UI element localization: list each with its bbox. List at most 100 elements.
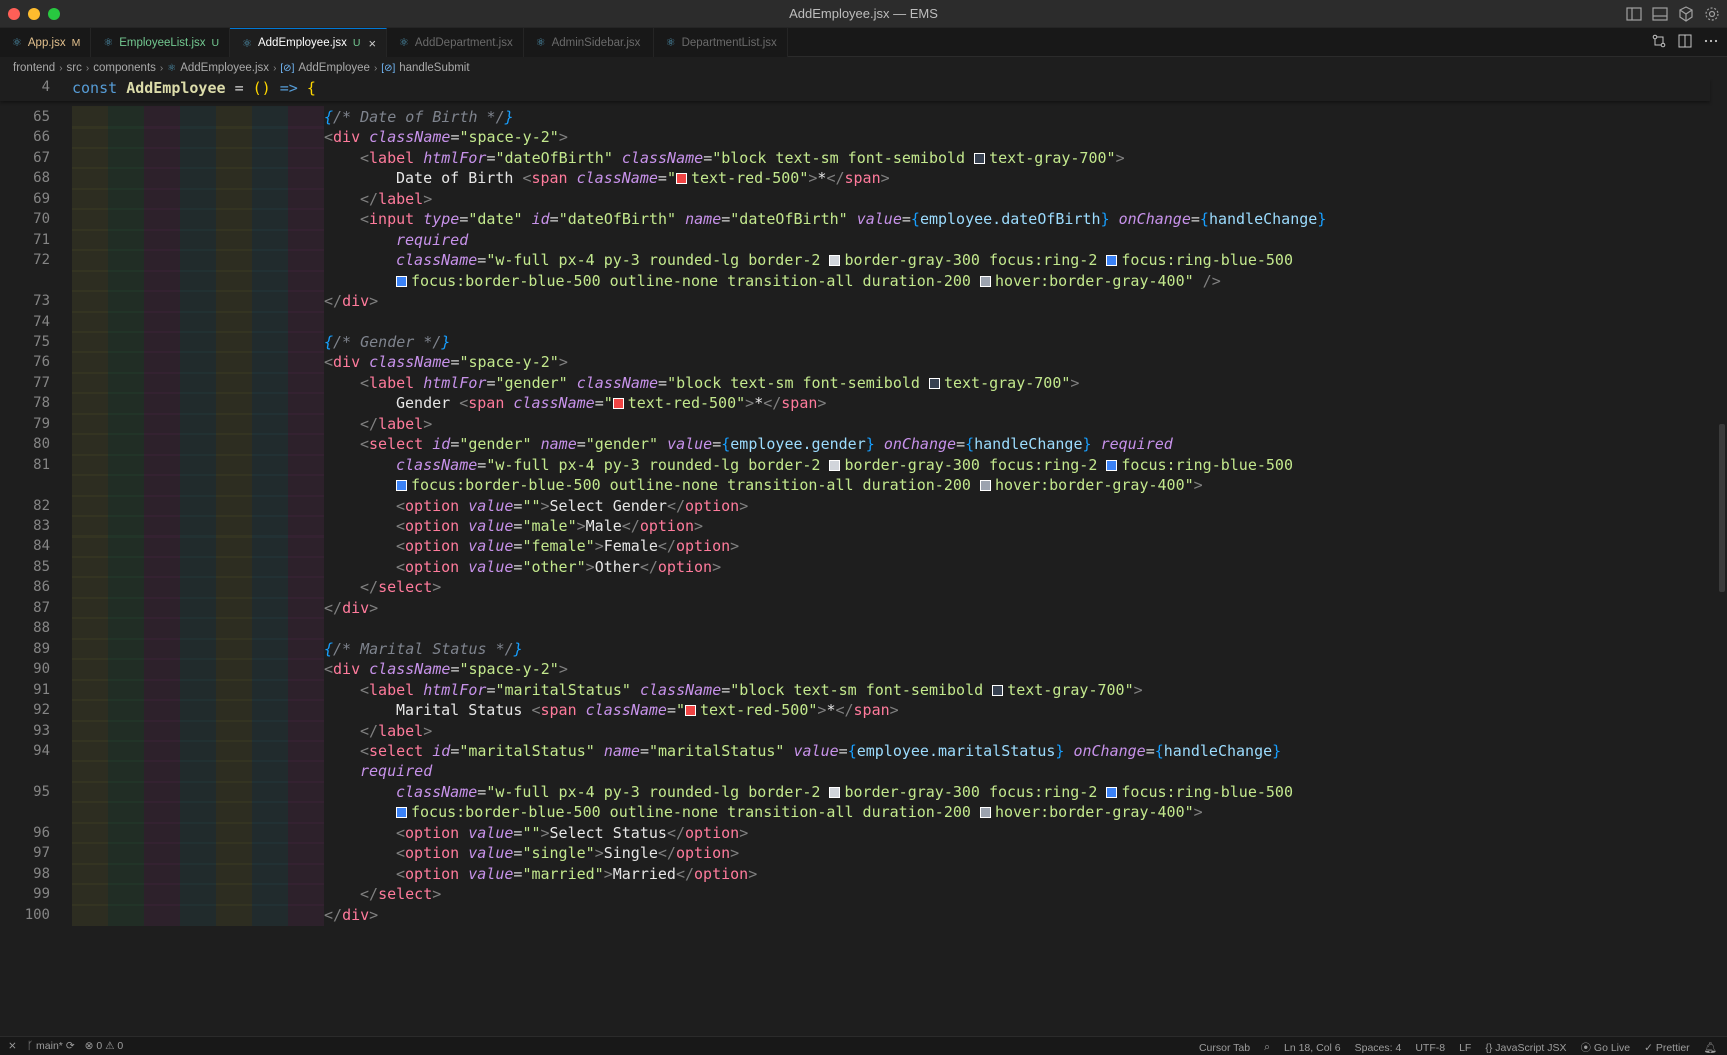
indent-guide: [216, 678, 252, 702]
tab-close-icon[interactable]: ×: [368, 36, 376, 51]
line-number: 96: [33, 824, 50, 841]
code-line[interactable]: 72 className="w-full px-4 py-3 rounded-lg…: [0, 249, 1710, 272]
tab-app-jsx[interactable]: ⚛ App.jsx M: [0, 28, 92, 57]
code-line[interactable]: 84 <option value="female">Female</option>: [0, 535, 1710, 558]
code-line[interactable]: 90 <div className="space-y-2">: [0, 658, 1710, 681]
breadcrumb-item[interactable]: ⚛ AddEmployee.jsx: [167, 62, 269, 74]
branch-indicator[interactable]: ᚴ main* ⟳: [27, 1040, 75, 1052]
indent-guide: [144, 351, 180, 374]
indent-guide: [216, 392, 252, 415]
code-line[interactable]: 69 </label>: [0, 187, 1710, 211]
encoding-setting[interactable]: UTF-8: [1415, 1042, 1445, 1054]
indentation-setting[interactable]: Spaces: 4: [1355, 1042, 1402, 1054]
breadcrumb-item[interactable]: components: [93, 62, 156, 74]
code-line[interactable]: focus:border-blue-500 outline-none trans…: [0, 801, 1710, 824]
code-line[interactable]: focus:border-blue-500 outline-none trans…: [0, 474, 1710, 497]
toggle-panel-icon[interactable]: [1651, 5, 1669, 23]
cursor-position[interactable]: Ln 18, Col 6: [1284, 1042, 1341, 1054]
code-line[interactable]: 89 {/* Marital Status */}: [0, 637, 1710, 661]
code-line[interactable]: 70 <input type="date" id="dateOfBirth" na…: [0, 208, 1710, 231]
code-line[interactable]: 76 <div className="space-y-2">: [0, 351, 1710, 374]
indent-guide: [252, 576, 288, 599]
code-line[interactable]: 82 <option value="">Select Gender</option…: [0, 494, 1710, 518]
notifications-bell-icon[interactable]: 🔔︎: [1704, 1041, 1717, 1054]
go-live-button[interactable]: ⦿ Go Live: [1580, 1040, 1630, 1055]
code-line[interactable]: 96 <option value="">Select Status</option…: [0, 821, 1710, 845]
code-line[interactable]: 100 </div>: [0, 903, 1710, 927]
breadcrumb-item[interactable]: [⊘] AddEmployee: [280, 62, 370, 74]
zoom-icon[interactable]: ⌕: [1264, 1041, 1270, 1054]
breadcrumb-item[interactable]: src: [67, 62, 82, 74]
indent-guide: [144, 290, 180, 313]
tab-addemployee-jsx[interactable]: ⚛ AddEmployee.jsx U ×: [230, 28, 388, 57]
source-control-diff-icon[interactable]: [1651, 33, 1667, 49]
indent-guide: [108, 474, 144, 497]
code-line[interactable]: 98 <option value="married">Married</optio…: [0, 862, 1710, 886]
code-line[interactable]: 79 </label>: [0, 412, 1710, 436]
code-line[interactable]: 66 <div className="space-y-2">: [0, 126, 1710, 149]
line-code: </select>: [360, 578, 442, 597]
indent-guide: [108, 330, 144, 354]
breadcrumb-item[interactable]: [⊘] handleSubmit: [381, 62, 469, 74]
code-line[interactable]: 97 <option value="single">Single</option>: [0, 842, 1710, 865]
cursor-tab-status[interactable]: Cursor Tab: [1199, 1042, 1250, 1054]
code-line[interactable]: 71 required: [0, 228, 1710, 252]
indent-guide: [144, 903, 180, 927]
code-line[interactable]: 78 Gender <span className=" text-red-500">…: [0, 392, 1710, 415]
code-line[interactable]: 94 <select id="maritalStatus" name="marit…: [0, 739, 1710, 763]
tab-adminsidebar-jsx[interactable]: ⚛ AdminSidebar.jsx: [523, 28, 654, 57]
eol-setting[interactable]: LF: [1459, 1042, 1471, 1054]
code-line[interactable]: 81 className="w-full px-4 py-3 rounded-lg…: [0, 453, 1710, 477]
code-line[interactable]: 91 <label htmlFor="maritalStatus" classNa…: [0, 678, 1710, 702]
code-line[interactable]: 92 Marital Status <span className=" text-r…: [0, 699, 1710, 722]
line-number: 100: [24, 906, 50, 923]
tab-departmentlist-jsx[interactable]: ⚛ DepartmentList.jsx: [653, 28, 788, 57]
code-line[interactable]: 95 className="w-full px-4 py-3 rounded-lg…: [0, 780, 1710, 804]
prettier-status[interactable]: ✓ Prettier: [1644, 1042, 1690, 1054]
code-line[interactable]: required: [0, 760, 1710, 783]
tab-employeelist-jsx[interactable]: ⚛ EmployeeList.jsx U: [91, 28, 231, 57]
split-editor-icon[interactable]: [1677, 33, 1693, 49]
sticky-scroll-header[interactable]: 4 const AddEmployee = () => {: [0, 79, 1710, 101]
indent-guide: [72, 330, 108, 354]
settings-gear-icon[interactable]: [1703, 5, 1721, 23]
code-line[interactable]: focus:border-blue-500 outline-none trans…: [0, 269, 1710, 293]
indent-guide: [252, 637, 288, 661]
extensions-icon[interactable]: [1677, 5, 1695, 23]
code-line[interactable]: 88: [0, 617, 1710, 640]
code-line[interactable]: 74: [0, 310, 1710, 333]
breadcrumb-item[interactable]: frontend: [13, 62, 55, 74]
code-line[interactable]: 86 </select>: [0, 576, 1710, 599]
code-line[interactable]: 99 </select>: [0, 883, 1710, 906]
code-line[interactable]: 65 {/* Date of Birth */}: [0, 106, 1710, 129]
code-line[interactable]: 68 Date of Birth <span className=" text-re…: [0, 167, 1710, 190]
problems-count: 0 ⚠ 0: [96, 1040, 124, 1052]
indent-guide: [108, 494, 144, 518]
code-line[interactable]: 83 <option value="male">Male</option>: [0, 515, 1710, 538]
code-line[interactable]: 93 </label>: [0, 719, 1710, 742]
code-line[interactable]: 67 <label htmlFor="dateOfBirth" className…: [0, 146, 1710, 170]
tab-adddepartment-jsx[interactable]: ⚛ AddDepartment.jsx: [387, 28, 524, 57]
indent-guide: [144, 801, 180, 824]
line-code: </div>: [324, 292, 379, 311]
language-mode[interactable]: {} JavaScript JSX: [1485, 1042, 1566, 1054]
scrollbar-thumb[interactable]: [1719, 424, 1725, 592]
line-number: 91: [33, 681, 50, 698]
code-line[interactable]: 73 </div>: [0, 290, 1710, 313]
toggle-sidebar-icon[interactable]: [1625, 5, 1643, 23]
indent-guide: [72, 412, 108, 436]
remote-icon[interactable]: ⨯: [8, 1040, 17, 1052]
code-line[interactable]: 85 <option value="other">Other</option>: [0, 555, 1710, 579]
indent-guide: [72, 699, 108, 722]
indent-guide: [216, 637, 252, 661]
vertical-scrollbar[interactable]: [1717, 79, 1727, 1036]
code-line[interactable]: 75 {/* Gender */}: [0, 330, 1710, 354]
code-line[interactable]: 80 <select id="gender" name="gender" valu…: [0, 433, 1710, 456]
code-editor[interactable]: 4 const AddEmployee = () => { 65 {/* Date…: [0, 79, 1727, 1036]
problems-indicator[interactable]: ⊗ 0 ⚠ 0: [85, 1040, 124, 1052]
indent-guide: [288, 801, 324, 824]
indent-guide: [108, 658, 144, 681]
more-actions-icon[interactable]: [1703, 33, 1719, 49]
code-line[interactable]: 87 </div>: [0, 596, 1710, 620]
code-line[interactable]: 77 <label htmlFor="gender" className="blo…: [0, 371, 1710, 395]
